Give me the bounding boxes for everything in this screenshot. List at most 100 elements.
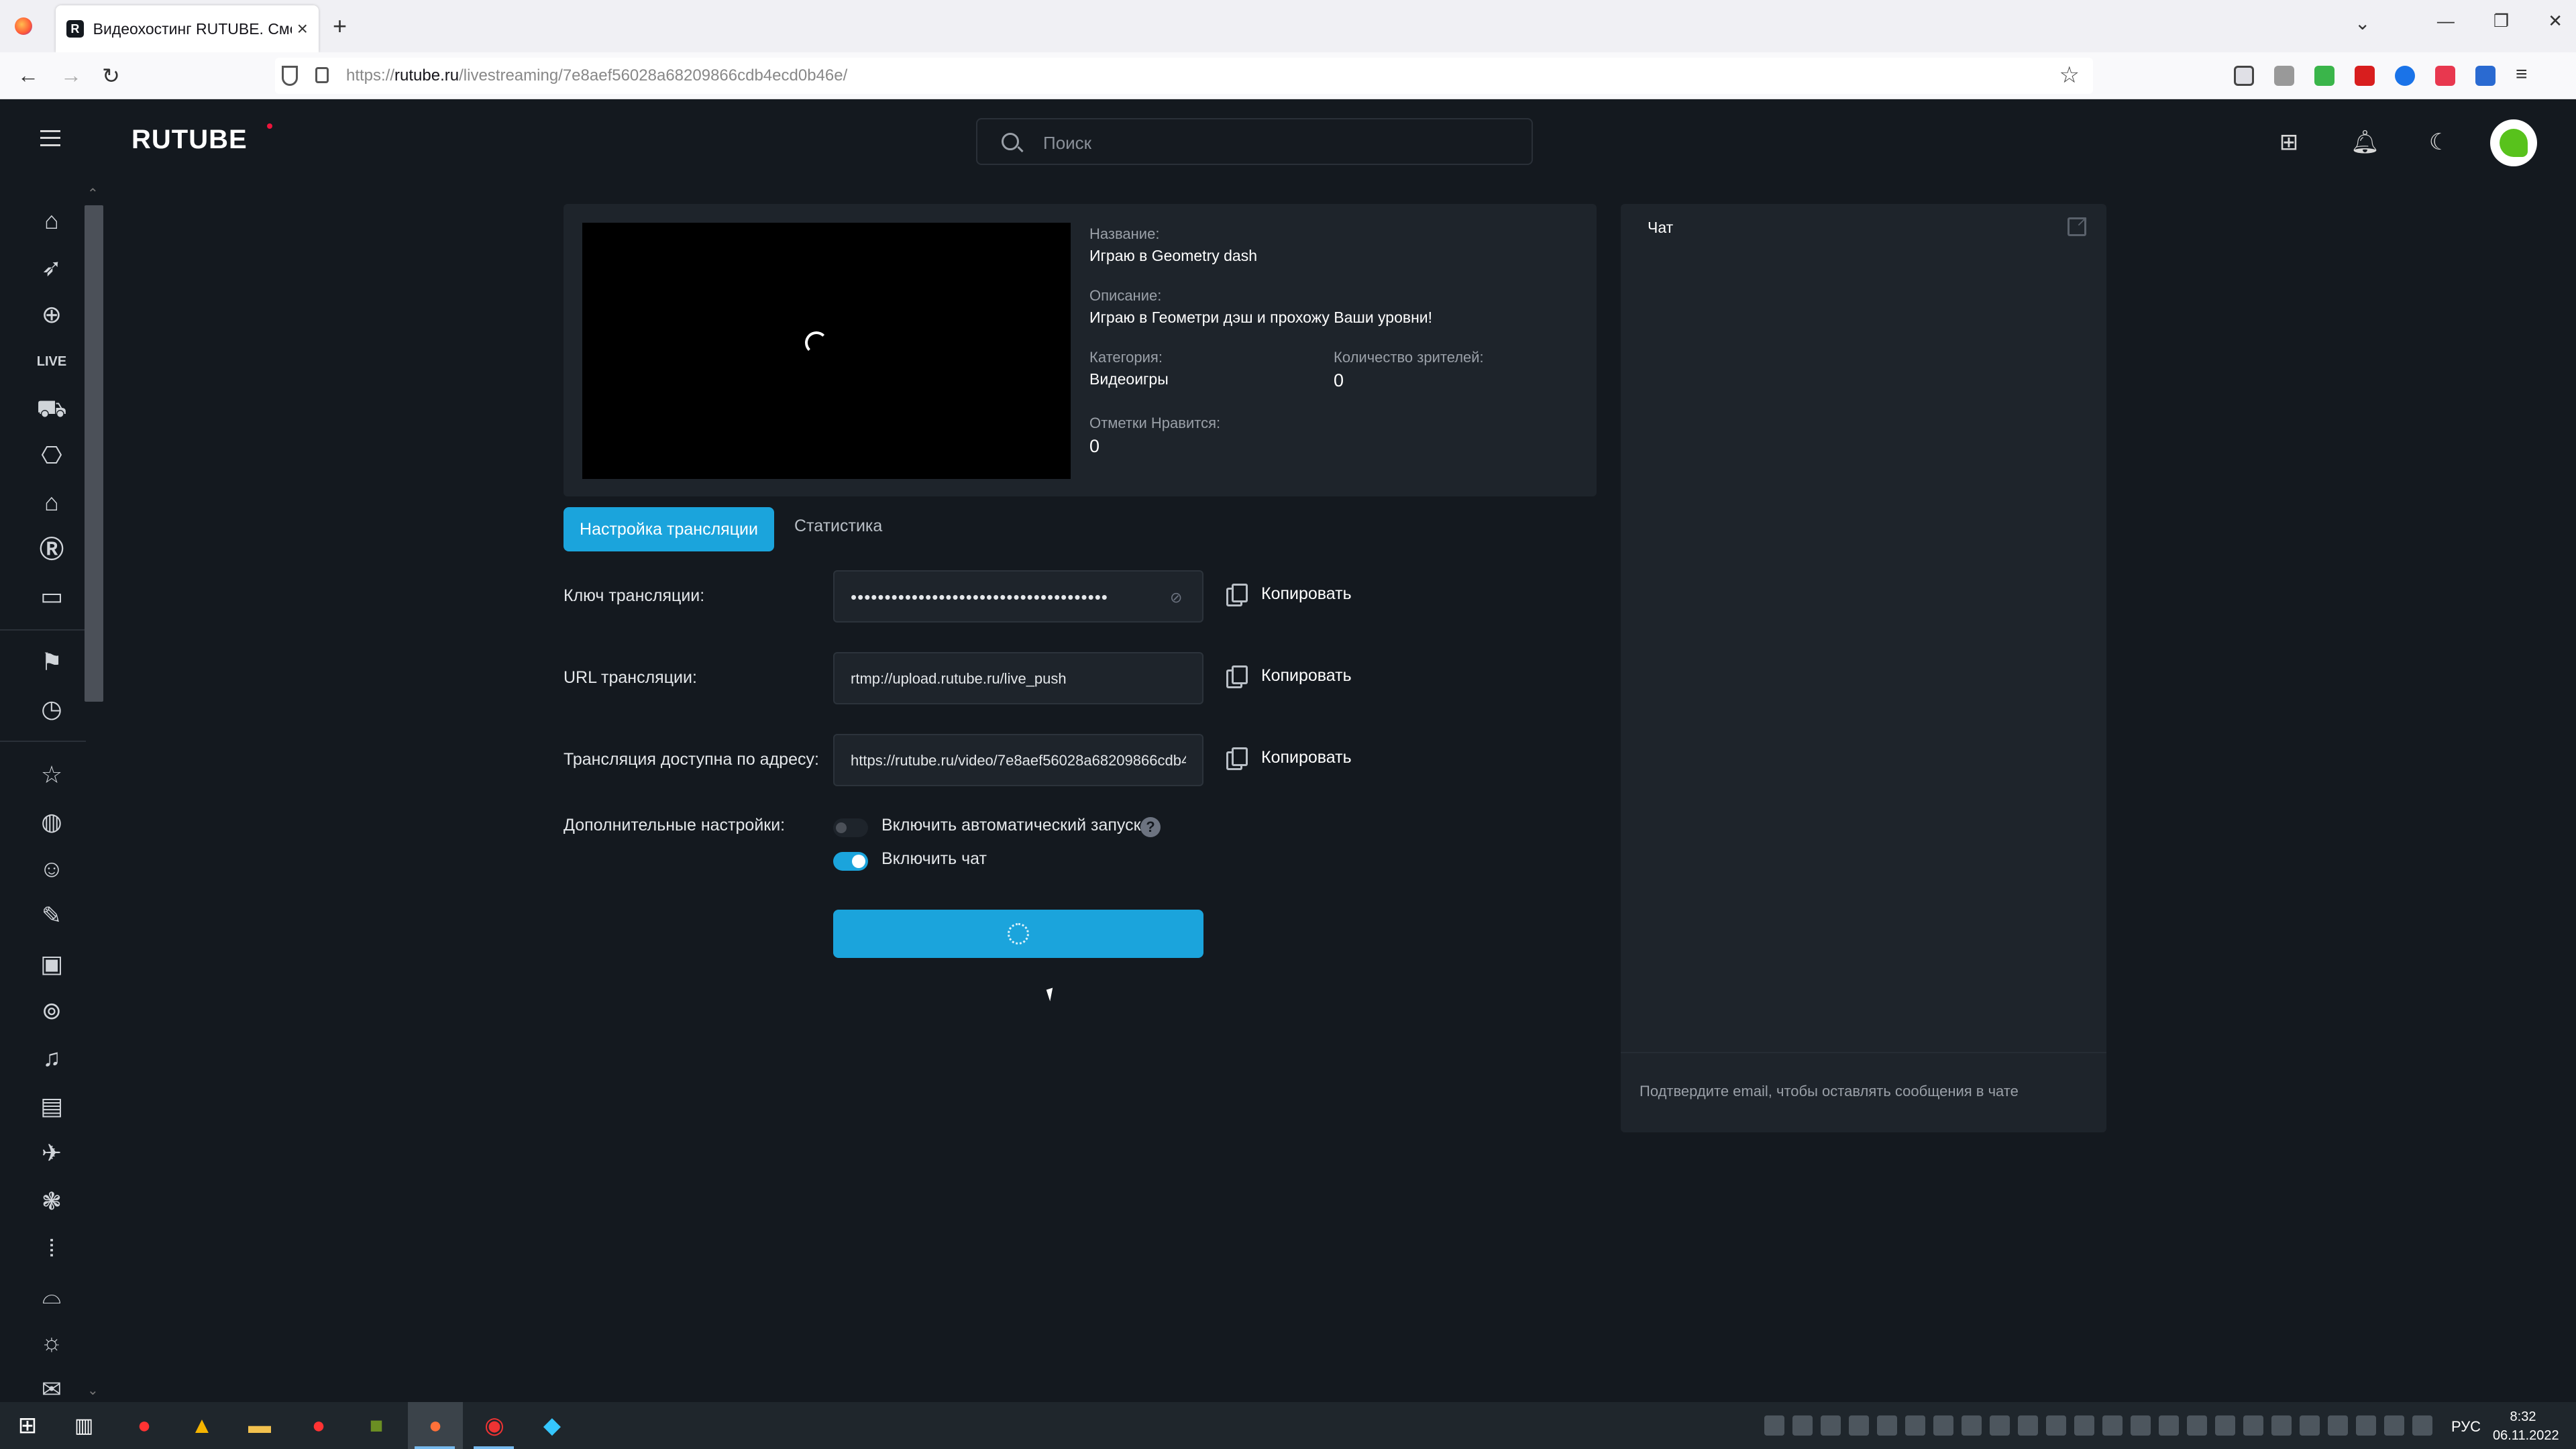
- reload-icon[interactable]: ↻: [102, 63, 120, 89]
- tray-app-icon[interactable]: [2074, 1415, 2094, 1436]
- autostart-toggle[interactable]: [833, 818, 868, 837]
- rocket-icon[interactable]: ➶: [34, 250, 70, 286]
- tray-app-icon[interactable]: [1933, 1415, 1953, 1436]
- forward-icon[interactable]: →: [60, 63, 82, 88]
- task-view-icon[interactable]: ▥: [67, 1409, 101, 1442]
- smile-icon[interactable]: ☺: [34, 851, 70, 887]
- music-icon[interactable]: ♫: [34, 1040, 70, 1076]
- user-avatar[interactable]: [2490, 119, 2537, 166]
- tray-app-icon[interactable]: [2215, 1415, 2235, 1436]
- tray-app-icon[interactable]: [2187, 1415, 2207, 1436]
- live-icon[interactable]: LIVE: [34, 343, 70, 380]
- minecraft-icon[interactable]: ■: [360, 1409, 393, 1442]
- input-language[interactable]: РУС: [2451, 1418, 2481, 1436]
- chat-toggle[interactable]: [833, 852, 868, 871]
- restore-icon[interactable]: ❐: [2493, 11, 2509, 32]
- audio-wave-icon[interactable]: ⦙: [34, 1230, 70, 1267]
- dark-mode-moon-icon[interactable]: ☾: [2426, 129, 2453, 156]
- tray-app-icon[interactable]: [1877, 1415, 1897, 1436]
- tab-close-icon[interactable]: ×: [297, 18, 308, 40]
- tracking-shield-icon[interactable]: [282, 66, 298, 86]
- tray-app-icon[interactable]: [2131, 1415, 2151, 1436]
- tab-stream-settings[interactable]: Настройка трансляции: [564, 507, 774, 551]
- yandex-icon[interactable]: ●: [302, 1409, 335, 1442]
- tray-app-icon[interactable]: [2243, 1415, 2263, 1436]
- education-icon[interactable]: ⌂: [34, 484, 70, 521]
- sidebar-scrollbar-thumb[interactable]: [85, 205, 103, 702]
- scroll-up-icon[interactable]: ⌃: [87, 185, 99, 202]
- copy-key-button[interactable]: Копировать: [1226, 584, 1352, 606]
- stream-key-input[interactable]: [851, 586, 1152, 608]
- tray-app-icon[interactable]: [1849, 1415, 1869, 1436]
- tray-app-icon[interactable]: [2271, 1415, 2292, 1436]
- tray-app-icon[interactable]: [1962, 1415, 1982, 1436]
- star-icon[interactable]: ☆: [34, 757, 70, 793]
- tab-statistics[interactable]: Статистика: [794, 517, 882, 536]
- tabs-list-chevron-icon[interactable]: ⌄: [2355, 12, 2370, 34]
- firefox-icon[interactable]: [15, 17, 32, 35]
- upload-plus-icon[interactable]: ⊞: [2275, 129, 2302, 156]
- plane-icon[interactable]: ✈: [34, 1135, 70, 1171]
- avast-icon[interactable]: ▲: [185, 1409, 219, 1442]
- tray-app-icon[interactable]: [2328, 1415, 2348, 1436]
- cooking-icon[interactable]: ⌓: [34, 1277, 70, 1313]
- extension-icon[interactable]: [2314, 66, 2334, 86]
- lightbulb-icon[interactable]: ☼: [34, 1324, 70, 1360]
- back-icon[interactable]: ←: [17, 63, 39, 88]
- start-stream-button[interactable]: [833, 910, 1203, 958]
- eye-hidden-icon[interactable]: ⊘: [1170, 589, 1189, 606]
- lf-extension-icon[interactable]: [2355, 66, 2375, 86]
- lock-icon[interactable]: [315, 67, 329, 83]
- search-input[interactable]: [1043, 131, 1513, 154]
- rutube-logo[interactable]: RUTUBE: [131, 125, 248, 155]
- notifications-bell-icon[interactable]: 🔔︎: [2351, 129, 2379, 156]
- copy-address-button[interactable]: Копировать: [1226, 747, 1352, 770]
- stream-url-input[interactable]: [851, 668, 1186, 690]
- tray-app-icon[interactable]: [1905, 1415, 1925, 1436]
- pen-icon[interactable]: ✎: [34, 898, 70, 934]
- tray-app-icon[interactable]: [1990, 1415, 2010, 1436]
- video-icon[interactable]: ▣: [34, 946, 70, 982]
- shield-extension-icon[interactable]: [2274, 66, 2294, 86]
- tray-app-icon[interactable]: [1764, 1415, 1784, 1436]
- url-bar[interactable]: https://rutube.ru/livestreaming/7e8aef56…: [275, 58, 2093, 94]
- tray-app-icon[interactable]: [2046, 1415, 2066, 1436]
- close-window-icon[interactable]: ✕: [2548, 11, 2563, 32]
- cart-icon[interactable]: [2475, 66, 2496, 86]
- tray-app-icon[interactable]: [2412, 1415, 2432, 1436]
- scroll-down-icon[interactable]: ⌄: [87, 1382, 99, 1399]
- rutube-r-icon[interactable]: Ⓡ: [34, 531, 70, 568]
- tray-app-icon[interactable]: [2018, 1415, 2038, 1436]
- car-icon[interactable]: ⛟: [34, 390, 70, 427]
- extension-circle-icon[interactable]: [2395, 66, 2415, 86]
- hamburger-menu-icon[interactable]: [40, 130, 60, 146]
- tray-app-icon[interactable]: [2300, 1415, 2320, 1436]
- obs-icon[interactable]: ◉: [478, 1409, 511, 1442]
- stream-key-field[interactable]: ⊘: [833, 570, 1203, 623]
- minimize-icon[interactable]: —: [2437, 11, 2455, 32]
- tray-app-icon[interactable]: [1792, 1415, 1813, 1436]
- bookmark-icon[interactable]: ⚑: [34, 644, 70, 680]
- firefox-taskbar-icon[interactable]: ●: [419, 1409, 452, 1442]
- stream-url-field[interactable]: [833, 652, 1203, 704]
- yandex-browser-icon[interactable]: ●: [127, 1409, 161, 1442]
- stream-address-field[interactable]: [833, 734, 1203, 786]
- video-player[interactable]: [582, 223, 1071, 479]
- chat-popout-icon[interactable]: [2068, 213, 2088, 236]
- history-icon[interactable]: ◷: [34, 691, 70, 727]
- menu-icon[interactable]: ≡: [2516, 64, 2536, 86]
- help-icon[interactable]: ?: [1140, 817, 1161, 837]
- tray-app-icon[interactable]: [1821, 1415, 1841, 1436]
- pocket-icon[interactable]: [2234, 66, 2254, 86]
- tray-app-icon[interactable]: [2159, 1415, 2179, 1436]
- broadcast-icon[interactable]: ⊚: [34, 993, 70, 1029]
- clock[interactable]: 8:32 06.11.2022: [2493, 1407, 2559, 1445]
- url-text[interactable]: https://rutube.ru/livestreaming/7e8aef56…: [346, 66, 847, 85]
- copy-url-button[interactable]: Копировать: [1226, 665, 1352, 688]
- browser-tab-active[interactable]: R Видеохостинг RUTUBE. Смотр ×: [56, 5, 319, 52]
- search-box[interactable]: [976, 118, 1533, 165]
- gamepad-icon[interactable]: ⎔: [34, 437, 70, 474]
- adblock-icon[interactable]: [2435, 66, 2455, 86]
- bookmark-star-icon[interactable]: ☆: [2059, 62, 2080, 89]
- tv-icon[interactable]: ▭: [34, 578, 70, 614]
